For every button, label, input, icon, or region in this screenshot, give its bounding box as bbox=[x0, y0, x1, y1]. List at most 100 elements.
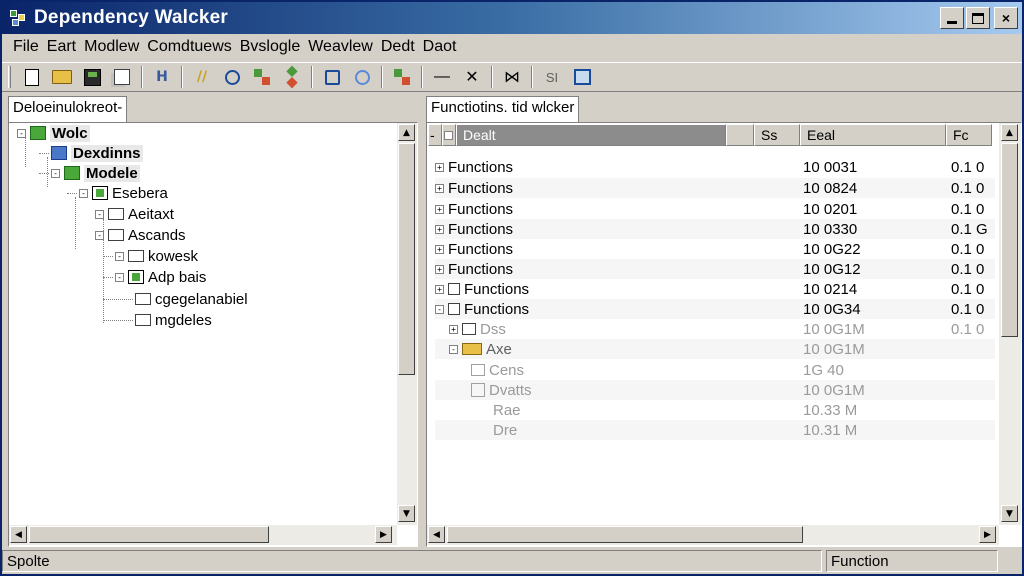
menu-window[interactable]: Dedt bbox=[378, 38, 420, 56]
tree-button[interactable] bbox=[249, 65, 275, 89]
scroll-thumb[interactable] bbox=[29, 526, 269, 543]
tab-module-tree[interactable]: Deloeinulokreot- bbox=[8, 96, 128, 122]
tree-item[interactable]: - Ascands bbox=[95, 225, 186, 245]
expand-icon[interactable]: + bbox=[435, 162, 444, 172]
expand-icon[interactable]: + bbox=[435, 224, 444, 234]
tree-item[interactable]: - Aeitaxt bbox=[95, 204, 174, 224]
resize-grip-icon[interactable] bbox=[998, 550, 1018, 572]
scroll-down-button[interactable]: ▼ bbox=[398, 505, 415, 522]
scroll-thumb[interactable] bbox=[447, 526, 803, 543]
list-vertical-scrollbar[interactable]: ▲ ▼ bbox=[999, 123, 1021, 525]
list-horizontal-scrollbar[interactable]: ◀ ▶ bbox=[427, 525, 999, 545]
scroll-right-button[interactable]: ▶ bbox=[375, 526, 392, 543]
expand-icon[interactable]: + bbox=[435, 183, 444, 193]
zoom-button[interactable] bbox=[349, 65, 375, 89]
tree-horizontal-scrollbar[interactable]: ◀ ▶ bbox=[9, 525, 397, 545]
minimize-button[interactable] bbox=[940, 7, 964, 29]
scroll-up-button[interactable]: ▲ bbox=[398, 124, 415, 141]
table-row[interactable]: + Functions 10 0330 0.1 G bbox=[435, 219, 995, 239]
split-button[interactable]: SI bbox=[539, 65, 565, 89]
table-row[interactable]: - Axe 10 0G1M bbox=[435, 339, 995, 359]
table-row[interactable]: Dre 10.31 M bbox=[435, 420, 995, 440]
tab-functions[interactable]: Functiotins. tid wlcker bbox=[426, 96, 580, 122]
scroll-left-button[interactable]: ◀ bbox=[428, 526, 445, 543]
collapse-icon[interactable]: - bbox=[115, 272, 124, 282]
scroll-left-button[interactable]: ◀ bbox=[10, 526, 27, 543]
tree-item[interactable]: mgdeles bbox=[103, 310, 212, 330]
column-header-ss[interactable]: Ss bbox=[754, 124, 800, 146]
column-header-fc[interactable]: Fc bbox=[946, 124, 992, 146]
table-row[interactable]: + Functions 10 0G12 0.1 0 bbox=[435, 259, 995, 279]
frame-button[interactable] bbox=[569, 65, 595, 89]
column-header-name[interactable]: Dealt bbox=[456, 124, 726, 146]
italic-button[interactable]: // bbox=[189, 65, 215, 89]
table-row[interactable]: + Functions 10 0031 0.1 0 bbox=[435, 157, 995, 177]
expand-icon[interactable]: + bbox=[449, 324, 458, 334]
expand-icon[interactable]: + bbox=[435, 284, 444, 294]
menu-module[interactable]: Modlew bbox=[81, 38, 144, 56]
menu-file[interactable]: File bbox=[10, 38, 44, 56]
expand-icon[interactable]: + bbox=[435, 264, 444, 274]
toolbar-grip[interactable] bbox=[8, 66, 11, 88]
column-header-checkbox[interactable] bbox=[442, 124, 456, 146]
minus-button[interactable]: — bbox=[429, 65, 455, 89]
copy-button[interactable] bbox=[109, 65, 135, 89]
close-button[interactable]: × bbox=[994, 7, 1018, 29]
collapse-icon[interactable]: - bbox=[51, 168, 60, 178]
collapse-icon[interactable]: - bbox=[79, 188, 88, 198]
toolbar-separator bbox=[311, 66, 313, 88]
tree-item[interactable]: - Modele bbox=[39, 163, 140, 183]
scroll-thumb[interactable] bbox=[1001, 143, 1018, 337]
maximize-button[interactable] bbox=[966, 7, 990, 29]
tree-item[interactable]: cgegelanabiel bbox=[103, 289, 248, 309]
collapse-icon[interactable]: - bbox=[17, 128, 26, 138]
table-row[interactable]: Cens 1G 40 bbox=[435, 360, 995, 380]
text-button[interactable]: H bbox=[149, 65, 175, 89]
menu-edit[interactable]: Eart bbox=[44, 38, 81, 56]
tree-item[interactable]: - Wolc bbox=[17, 123, 90, 143]
collapse-icon[interactable]: - bbox=[95, 209, 104, 219]
new-button[interactable] bbox=[19, 65, 45, 89]
flag-button[interactable] bbox=[279, 65, 305, 89]
find-button[interactable] bbox=[319, 65, 345, 89]
scroll-thumb[interactable] bbox=[398, 143, 415, 375]
collapse-icon[interactable]: - bbox=[435, 304, 444, 314]
collapse-icon[interactable]: - bbox=[449, 344, 458, 354]
column-header-expander[interactable]: - bbox=[428, 124, 442, 146]
magnify-button[interactable] bbox=[219, 65, 245, 89]
scroll-up-button[interactable]: ▲ bbox=[1001, 124, 1018, 141]
table-row[interactable]: Dvatts 10 0G1M bbox=[435, 380, 995, 400]
table-row[interactable]: + Functions 10 0G22 0.1 0 bbox=[435, 239, 995, 259]
menu-help[interactable]: Daot bbox=[420, 38, 462, 56]
table-row[interactable]: + Functions 10 0214 0.1 0 bbox=[435, 279, 995, 299]
expand-icon[interactable]: + bbox=[435, 204, 444, 214]
scroll-down-button[interactable]: ▼ bbox=[1001, 505, 1018, 522]
tree-item[interactable]: - kowesk bbox=[103, 246, 198, 266]
table-row[interactable]: Rae 10.33 M bbox=[435, 400, 995, 420]
close-x-button[interactable]: ✕ bbox=[459, 65, 485, 89]
tree-item[interactable]: - Esebera bbox=[67, 183, 168, 203]
open-button[interactable] bbox=[49, 65, 75, 89]
save-button[interactable] bbox=[79, 65, 105, 89]
table-row[interactable]: + Functions 10 0824 0.1 0 bbox=[435, 178, 995, 198]
tree-item[interactable]: Dexdinns bbox=[39, 143, 143, 163]
table-row[interactable]: + Dss 10 0G1M 0.1 0 bbox=[435, 319, 995, 339]
merge-button[interactable]: ⋈ bbox=[499, 65, 525, 89]
column-header-value[interactable]: Eeal bbox=[800, 124, 946, 146]
table-row[interactable]: + Functions 10 0201 0.1 0 bbox=[435, 199, 995, 219]
tree-vertical-scrollbar[interactable]: ▲ ▼ bbox=[397, 123, 417, 525]
row-extra: 0.1 0 bbox=[951, 179, 985, 197]
tree-item[interactable]: - Adp bais bbox=[103, 267, 206, 287]
collapse-icon[interactable]: - bbox=[95, 230, 104, 240]
title-bar[interactable]: Dependency Walcker × bbox=[2, 2, 1022, 34]
collapse-icon[interactable]: - bbox=[115, 251, 124, 261]
scroll-right-button[interactable]: ▶ bbox=[979, 526, 996, 543]
menu-commands[interactable]: Comdtuews bbox=[144, 38, 236, 56]
table-row[interactable]: - Functions 10 0G34 0.1 0 bbox=[435, 299, 995, 319]
row-name: Functions bbox=[448, 200, 514, 218]
menu-profile[interactable]: Bvslogle bbox=[237, 38, 305, 56]
menu-view[interactable]: Weavlew bbox=[305, 38, 378, 56]
module-button[interactable] bbox=[389, 65, 415, 89]
column-header-blank[interactable] bbox=[726, 124, 754, 146]
expand-icon[interactable]: + bbox=[435, 244, 444, 254]
